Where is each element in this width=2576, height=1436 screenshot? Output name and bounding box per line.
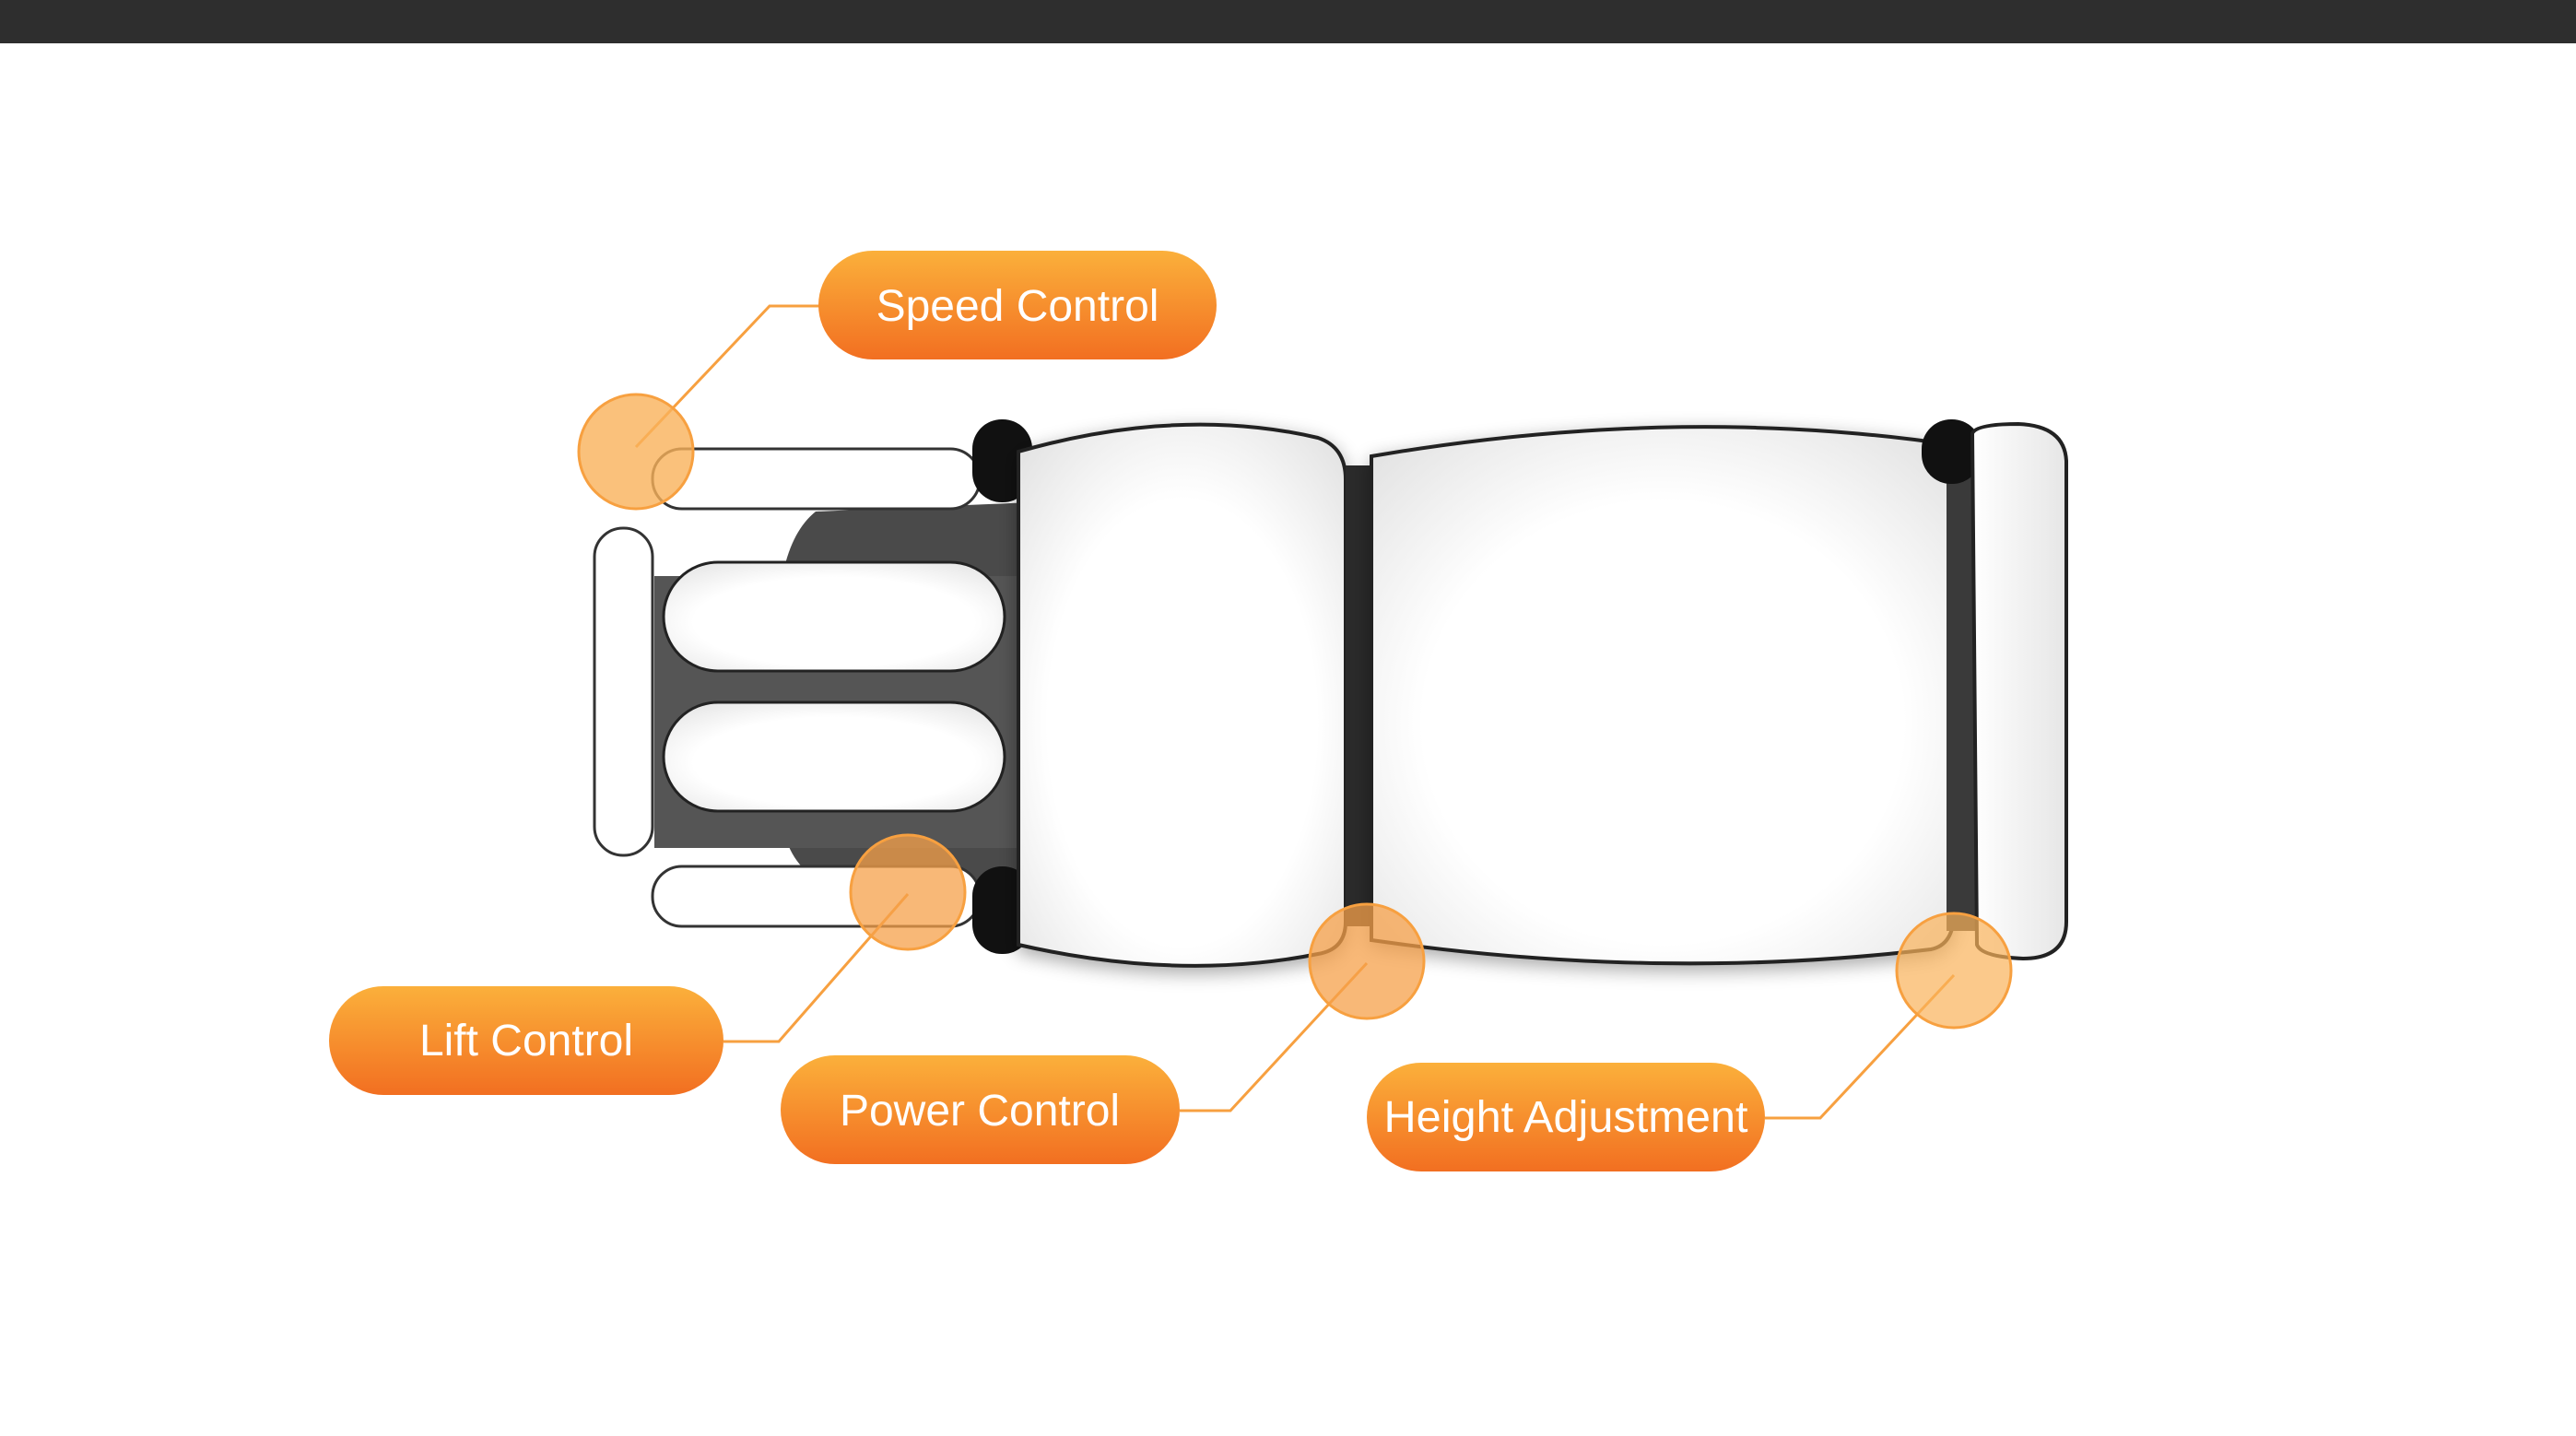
chair-body: [593, 419, 2068, 968]
lift-control-marker: [849, 833, 967, 951]
height-adjustment-label: Height Adjustment: [1384, 1093, 1748, 1142]
foot-cushion-lower: [662, 700, 1006, 813]
foot-cushion-upper: [662, 560, 1006, 673]
massage-chair-diagram: Speed Control Lift Control Power Control…: [329, 251, 2068, 1171]
speed-control-label: Speed Control: [876, 282, 1159, 331]
diagram-canvas: Speed Control Lift Control Power Control…: [0, 0, 2576, 1436]
seat-back-gap: [1346, 465, 1371, 926]
headrest: [1970, 421, 2068, 961]
height-adjustment-marker: [1895, 912, 2013, 1030]
footrest-plate: [593, 526, 654, 857]
power-control-marker: [1308, 902, 1426, 1020]
back-cushion: [1370, 425, 1956, 966]
seat-cushion: [1017, 422, 1347, 968]
power-control-label: Power Control: [840, 1087, 1120, 1136]
upper-leg-rail: [651, 447, 982, 511]
lift-control-label: Lift Control: [419, 1017, 633, 1065]
speed-control-marker: [577, 393, 695, 511]
